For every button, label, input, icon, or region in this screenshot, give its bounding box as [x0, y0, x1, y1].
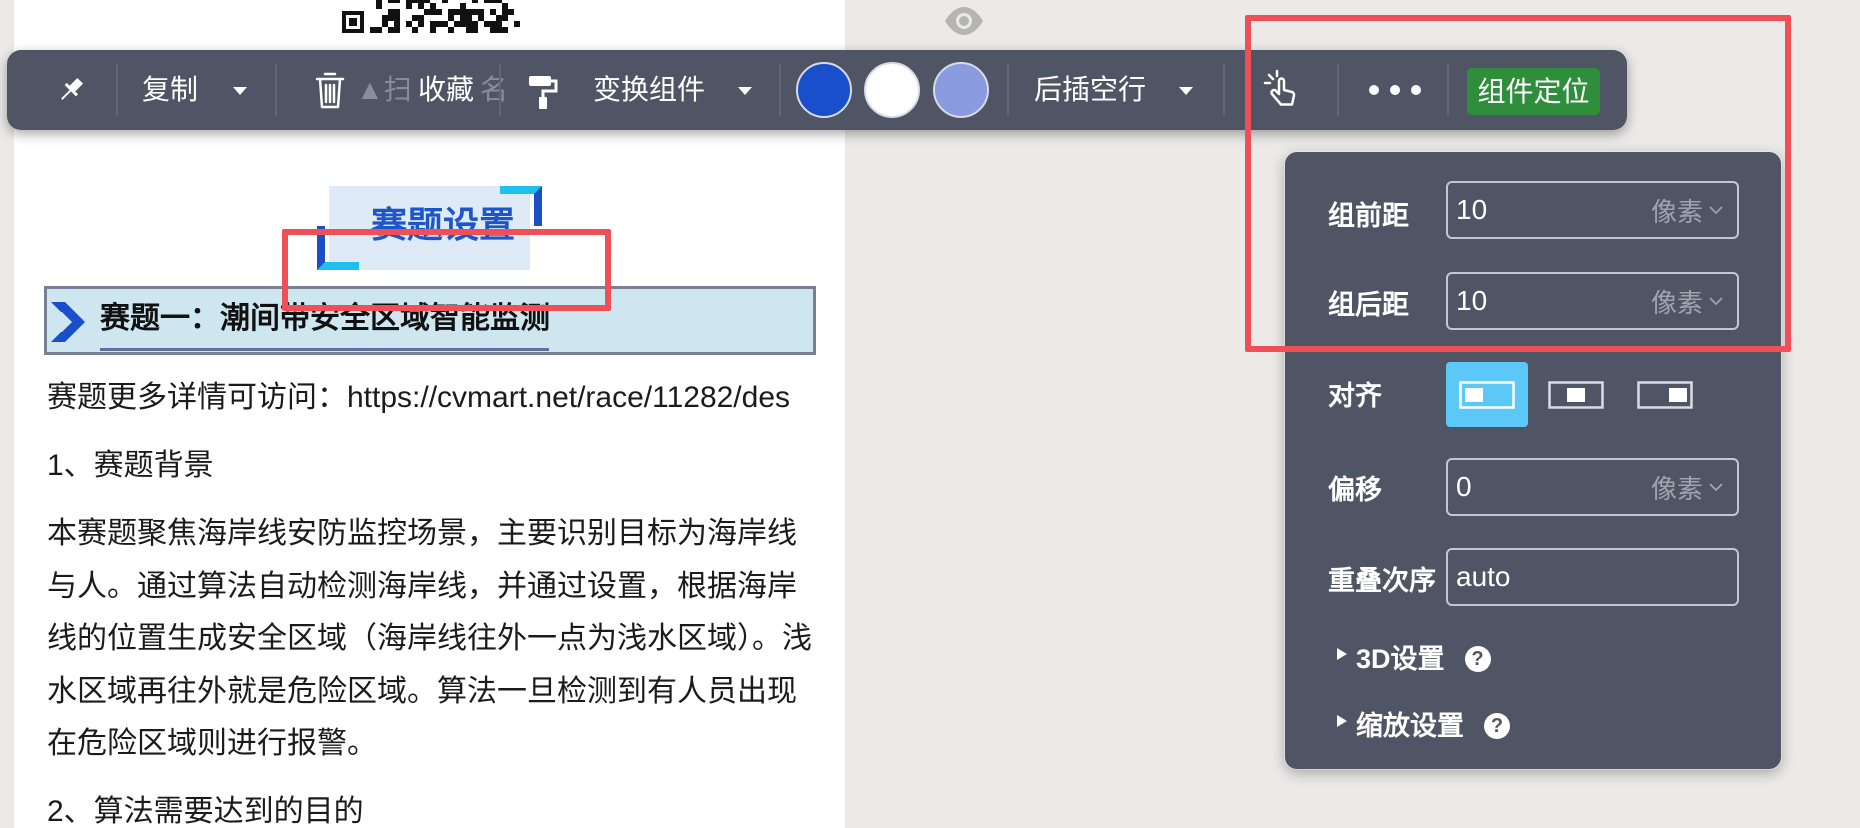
pin-icon[interactable] — [55, 74, 87, 106]
z-order-input[interactable] — [1456, 550, 1726, 604]
align-right-icon — [1637, 380, 1693, 409]
chevron-down-icon — [1709, 483, 1723, 491]
scale-settings-label: 缩放设置 — [1356, 711, 1464, 741]
section-underline — [100, 348, 549, 351]
align-label: 对齐 — [1328, 381, 1382, 411]
offset-label: 偏移 — [1328, 475, 1382, 505]
paragraph-line: 线的位置生成安全区域（海岸线往外一点为浅水区域）。浅 — [47, 622, 812, 655]
eye-icon[interactable] — [943, 4, 985, 38]
paragraph-line: 水区域再往外就是危险区域。算法一旦检测到有人员出现 — [47, 675, 797, 708]
expand-triangle-icon — [1337, 648, 1347, 660]
paragraph-line: 本赛题聚焦海岸线安防监控场景，主要识别目标为海岸线 — [47, 517, 797, 550]
transform-dropdown-caret-icon[interactable] — [738, 87, 752, 95]
underlying-text-fragment: ▲扫 — [356, 74, 412, 105]
3d-settings-toggle[interactable]: 3D设置 ? — [1337, 641, 1491, 677]
unit-label: 像素 — [1650, 473, 1703, 504]
double-chevron-icon — [51, 302, 85, 342]
paragraph-line: 在危险区域则进行报警。 — [47, 727, 377, 760]
favorite-button[interactable]: 收藏 — [418, 70, 474, 110]
color-swatch-blue[interactable] — [796, 62, 852, 118]
help-icon[interactable]: ? — [1464, 646, 1491, 672]
align-left-button[interactable] — [1446, 362, 1528, 427]
toolbar-divider — [1007, 64, 1009, 116]
align-center-button[interactable] — [1535, 362, 1617, 427]
copy-dropdown-caret-icon[interactable] — [233, 87, 247, 95]
z-order-field[interactable] — [1446, 548, 1739, 606]
align-right-button[interactable] — [1624, 362, 1706, 427]
align-center-icon — [1548, 380, 1604, 409]
insert-blank-line-button[interactable]: 后插空行 — [1034, 70, 1146, 110]
transform-component-button[interactable]: 变换组件 — [593, 70, 705, 110]
z-order-label: 重叠次序 — [1328, 566, 1436, 596]
color-swatch-white[interactable] — [864, 62, 920, 118]
help-icon[interactable]: ? — [1484, 713, 1510, 739]
toolbar-divider — [116, 64, 118, 116]
insert-dropdown-caret-icon[interactable] — [1179, 87, 1193, 95]
toolbar-divider — [275, 64, 277, 116]
3d-settings-label: 3D设置 — [1356, 644, 1445, 674]
details-link-line[interactable]: 赛题更多详情可访问：https://cvmart.net/race/11282/… — [47, 378, 819, 418]
align-left-icon — [1459, 380, 1515, 409]
toolbar-divider — [499, 64, 501, 116]
annotation-box-panel — [1245, 15, 1791, 352]
offset-unit-select[interactable]: 像素 — [1651, 460, 1723, 514]
toolbar-divider — [779, 64, 781, 116]
qr-code-image — [342, 0, 520, 33]
offset-input[interactable] — [1456, 460, 1616, 514]
copy-button[interactable]: 复制 — [142, 70, 198, 110]
expand-triangle-icon — [1337, 715, 1347, 727]
paragraph-line: 与人。通过算法自动检测海岸线，并通过设置，根据海岸 — [47, 570, 797, 603]
heading-background: 1、赛题背景 — [47, 449, 214, 482]
offset-field[interactable]: 像素 — [1446, 458, 1739, 516]
toolbar-divider — [1223, 64, 1225, 116]
annotation-box-banner — [282, 229, 611, 311]
paint-roller-icon[interactable] — [526, 72, 560, 110]
trash-icon[interactable] — [314, 70, 346, 110]
heading-goals: 2、算法需要达到的目的 — [47, 795, 364, 828]
color-swatch-lavender[interactable] — [933, 62, 989, 118]
scale-settings-toggle[interactable]: 缩放设置 ? — [1337, 708, 1510, 744]
underlying-text-fragment: 名 — [480, 74, 509, 105]
